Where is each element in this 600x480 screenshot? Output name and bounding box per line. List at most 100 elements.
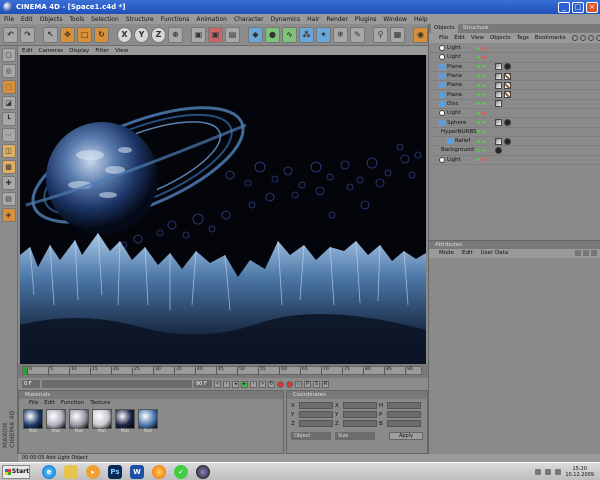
objects-menu-objects[interactable]: Objects xyxy=(490,33,511,43)
maximize-button[interactable]: □ xyxy=(572,1,584,13)
menu-file[interactable]: File xyxy=(4,16,14,23)
green-app-icon[interactable]: ✓ xyxy=(174,464,188,479)
start-button[interactable]: Start xyxy=(2,464,30,479)
material-tag-icon[interactable] xyxy=(504,119,511,127)
record-icon[interactable] xyxy=(277,380,284,388)
visibility-dot[interactable] xyxy=(477,130,480,134)
network-tray-icon[interactable] xyxy=(545,468,552,475)
menu-window[interactable]: Window xyxy=(383,16,407,23)
play-backwards-icon[interactable]: ◂ xyxy=(232,380,239,388)
material-tag-icon[interactable] xyxy=(504,63,511,71)
object-row[interactable]: Plane xyxy=(429,81,600,91)
visibility-dot[interactable] xyxy=(477,158,480,162)
visibility-dot[interactable] xyxy=(477,55,480,59)
material-tag-icon[interactable] xyxy=(504,72,511,80)
render-dot[interactable] xyxy=(482,55,485,59)
scale-key-icon[interactable]: S xyxy=(313,380,320,388)
material-tag-icon[interactable] xyxy=(504,91,511,99)
deformer-icon[interactable]: ✦ xyxy=(316,26,331,43)
render-dot[interactable] xyxy=(482,148,485,152)
texture-tag-icon[interactable] xyxy=(495,119,502,127)
rotation-key-icon[interactable]: R xyxy=(322,380,329,388)
layout-switch-icon[interactable]: ◉ xyxy=(413,26,428,43)
render-picture-viewer-icon[interactable]: ▣ xyxy=(208,26,223,43)
position-x-field[interactable] xyxy=(299,402,333,409)
next-key-icon[interactable]: › xyxy=(250,380,257,388)
language-tray-icon[interactable] xyxy=(535,468,542,475)
internet-explorer-icon[interactable]: e xyxy=(42,464,56,479)
move-tool-icon[interactable]: ✥ xyxy=(60,26,75,43)
visibility-dot[interactable] xyxy=(477,74,480,78)
y-axis-lock-button[interactable]: Y xyxy=(134,26,149,43)
word-icon[interactable]: W xyxy=(130,464,144,479)
objects-menu-view[interactable]: View xyxy=(471,33,484,43)
render-dot[interactable] xyxy=(482,130,485,134)
undo-icon[interactable]: ↶ xyxy=(3,26,18,43)
position-y-field[interactable] xyxy=(299,411,333,418)
keyframe-selection-icon[interactable]: ◇ xyxy=(295,380,302,388)
size-x-field[interactable] xyxy=(343,402,377,409)
menu-render[interactable]: Render xyxy=(327,16,348,23)
menu-hair[interactable]: Hair xyxy=(307,16,319,23)
apply-button[interactable]: Apply xyxy=(389,432,423,440)
menu-objects[interactable]: Objects xyxy=(40,16,63,23)
nurbs-icon[interactable]: ● xyxy=(265,26,280,43)
render-dot[interactable] xyxy=(482,139,485,143)
z-axis-lock-button[interactable]: Z xyxy=(151,26,166,43)
back-arrow-icon[interactable] xyxy=(575,250,581,256)
object-row[interactable]: Light xyxy=(429,109,600,119)
go-to-end-icon[interactable]: » xyxy=(259,380,266,388)
firefox-icon[interactable] xyxy=(152,464,166,479)
coordinate-size-select[interactable]: Size xyxy=(335,432,375,440)
go-to-start-icon[interactable]: « xyxy=(214,380,221,388)
clock[interactable]: 15:20 10.12.2009 xyxy=(565,466,594,478)
materials-menu-edit[interactable]: Edit xyxy=(44,399,55,407)
end-frame-field[interactable]: 90 F xyxy=(194,380,212,388)
rotation-h-field[interactable] xyxy=(387,402,421,409)
object-row[interactable]: Light xyxy=(429,53,600,63)
menu-character[interactable]: Character xyxy=(234,16,264,23)
object-row[interactable]: Sphere xyxy=(429,118,600,128)
object-row[interactable]: HyperNURBS xyxy=(429,128,600,137)
minimize-button[interactable]: _ xyxy=(558,1,570,13)
visibility-dot[interactable] xyxy=(477,83,480,87)
visibility-dot[interactable] xyxy=(477,111,480,115)
close-button[interactable]: × xyxy=(586,1,598,13)
material-item[interactable]: Mat xyxy=(138,409,158,434)
cinema4d-taskbar-icon[interactable] xyxy=(196,464,210,479)
texture-tag-icon[interactable] xyxy=(495,72,502,80)
visibility-dot[interactable] xyxy=(477,93,480,97)
3d-viewport[interactable] xyxy=(20,55,426,364)
menu-selection[interactable]: Selection xyxy=(91,16,119,23)
autokey-icon[interactable] xyxy=(286,380,293,388)
render-dot[interactable] xyxy=(482,102,485,106)
rotation-p-field[interactable] xyxy=(387,411,421,418)
volume-tray-icon[interactable] xyxy=(555,468,562,475)
menu-help[interactable]: Help xyxy=(414,16,428,23)
tab-objects[interactable]: Objects xyxy=(431,24,458,33)
render-dot[interactable] xyxy=(482,46,485,50)
coordinate-system-icon[interactable]: ⊕ xyxy=(168,26,183,43)
object-row[interactable]: Plane xyxy=(429,63,600,72)
render-view-icon[interactable]: ▣ xyxy=(191,26,206,43)
back-icon[interactable] xyxy=(579,35,586,41)
object-row[interactable]: Relief xyxy=(429,137,600,147)
object-row[interactable]: Plane xyxy=(429,90,600,100)
loop-icon[interactable]: ↻ xyxy=(268,380,275,388)
light-tool-icon[interactable]: ⚲ xyxy=(373,26,388,43)
material-item[interactable]: Mat xyxy=(46,409,66,434)
edges-mode-icon[interactable]: ◫ xyxy=(1,144,16,158)
material-item[interactable]: Mat xyxy=(23,409,43,434)
folder-icon[interactable] xyxy=(64,464,78,479)
menu-structure[interactable]: Structure xyxy=(126,16,154,23)
size-y-field[interactable] xyxy=(343,411,377,418)
lock-icon[interactable] xyxy=(583,250,589,256)
render-dot[interactable] xyxy=(482,74,485,78)
snap-icon[interactable]: ▤ xyxy=(1,192,16,206)
render-dot[interactable] xyxy=(482,111,485,115)
previous-key-icon[interactable]: ‹ xyxy=(223,380,230,388)
viewport-menu-view[interactable]: View xyxy=(115,48,128,54)
viewport-menu-display[interactable]: Display xyxy=(69,48,89,54)
materials-menu-file[interactable]: File xyxy=(29,399,38,407)
render-dot[interactable] xyxy=(482,65,485,69)
